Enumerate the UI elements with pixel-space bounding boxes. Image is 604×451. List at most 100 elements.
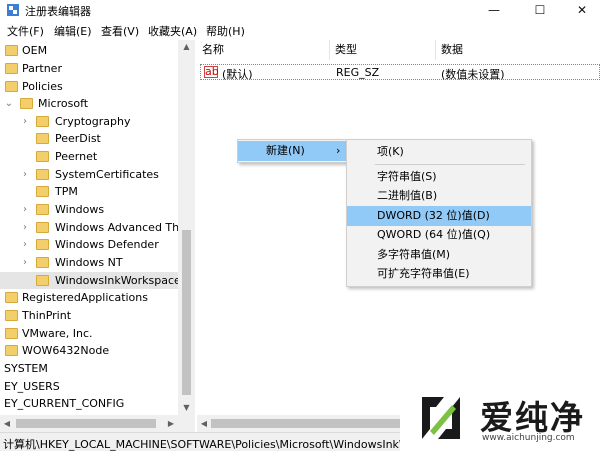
- menu-item-new[interactable]: 新建(N) ›: [238, 141, 348, 161]
- chevron-right-icon[interactable]: ›: [20, 254, 30, 271]
- tree-item-label: Windows Defender: [55, 238, 159, 251]
- scroll-left-icon[interactable]: ◀: [0, 415, 14, 432]
- menu-item-qword-value[interactable]: QWORD (64 位)值(Q): [347, 225, 531, 245]
- menu-item-dword-value[interactable]: DWORD (32 位)值(D): [347, 206, 531, 226]
- scroll-left-icon[interactable]: ◀: [197, 415, 211, 432]
- menu-item-label: QWORD (64 位)值(Q): [377, 228, 491, 241]
- tree-item-label: WOW6432Node: [22, 344, 110, 357]
- scroll-right-icon[interactable]: ▶: [164, 415, 178, 432]
- menu-item-multi-string-value[interactable]: 多字符串值(M): [347, 245, 531, 265]
- menu-help[interactable]: 帮助(H): [206, 23, 245, 39]
- tree-item-thinprint[interactable]: ThinPrint: [0, 307, 178, 324]
- maximize-button[interactable]: ☐: [518, 0, 562, 20]
- registry-tree[interactable]: OEM Partner Policies ⌄ Microsoft › Crypt…: [0, 40, 195, 432]
- tree-item-peerdist[interactable]: PeerDist: [0, 130, 178, 147]
- folder-icon: [5, 45, 18, 56]
- tree-vertical-scrollbar[interactable]: ▲ ▼: [178, 40, 195, 415]
- tree-item-wow6432node[interactable]: WOW6432Node: [0, 342, 178, 359]
- menu-favorites[interactable]: 收藏夹(A): [148, 23, 197, 39]
- watermark: 爱纯净 www.aichunjing.com: [400, 385, 604, 451]
- tree-item-label: RegisteredApplications: [22, 291, 148, 304]
- folder-icon: [36, 116, 49, 127]
- tree-item-label: TPM: [55, 185, 78, 198]
- scroll-thumb[interactable]: [16, 419, 156, 428]
- tree-item-label: Windows: [55, 203, 105, 216]
- registry-editor-icon: [7, 4, 19, 16]
- folder-icon: [36, 169, 49, 180]
- column-header-type[interactable]: 类型: [330, 40, 436, 60]
- tree-item-vmware[interactable]: VMware, Inc.: [0, 325, 178, 342]
- chevron-right-icon[interactable]: ›: [20, 219, 30, 236]
- tree-root-current-config[interactable]: EY_CURRENT_CONFIG: [0, 395, 178, 412]
- tree-item-label: SystemCertificates: [55, 168, 159, 181]
- chevron-down-icon[interactable]: ⌄: [4, 95, 14, 112]
- folder-icon: [5, 63, 18, 74]
- column-header-data[interactable]: 数据: [436, 40, 604, 60]
- folder-icon: [36, 186, 49, 197]
- tree-root-system[interactable]: SYSTEM: [0, 360, 178, 377]
- folder-icon: [5, 292, 18, 303]
- chevron-right-icon[interactable]: ›: [20, 201, 30, 218]
- tree-item-label: EY_CURRENT_CONFIG: [4, 397, 125, 410]
- menu-item-label: 新建(N): [266, 144, 305, 157]
- table-row[interactable]: ab (默认) REG_SZ (数值未设置): [200, 64, 600, 81]
- title-bar[interactable]: 注册表编辑器 — ☐ ✕: [0, 0, 604, 20]
- menu-item-key[interactable]: 项(K): [347, 142, 531, 162]
- tree-item-tpm[interactable]: TPM: [0, 183, 178, 200]
- menu-edit[interactable]: 编辑(E): [54, 23, 92, 39]
- column-header-name[interactable]: 名称: [197, 40, 330, 60]
- minimize-button[interactable]: —: [472, 0, 516, 20]
- tree-item-systemcertificates[interactable]: › SystemCertificates: [0, 166, 178, 183]
- scroll-up-icon[interactable]: ▲: [178, 40, 195, 54]
- folder-icon: [36, 257, 49, 268]
- chevron-right-icon[interactable]: ›: [20, 166, 30, 183]
- tree-item-label: SYSTEM: [4, 362, 48, 375]
- folder-icon: [36, 204, 49, 215]
- tree-item-oem[interactable]: OEM: [0, 42, 178, 59]
- tree-item-microsoft[interactable]: ⌄ Microsoft: [0, 95, 178, 112]
- tree-item-windows-nt[interactable]: › Windows NT: [0, 254, 178, 271]
- menu-item-label: 多字符串值(M): [377, 248, 451, 261]
- tree-horizontal-scrollbar[interactable]: ◀ ▶: [0, 415, 195, 432]
- tree-item-label: VMware, Inc.: [22, 327, 93, 340]
- watermark-brand: 爱纯净: [480, 398, 585, 437]
- chevron-right-icon: ›: [336, 144, 341, 157]
- tree-item-windows-advanced-thr[interactable]: › Windows Advanced Thr: [0, 219, 184, 236]
- folder-icon: [5, 310, 18, 321]
- tree-item-partner[interactable]: Partner: [0, 60, 178, 77]
- brand-logo-icon: [422, 397, 460, 439]
- tree-item-cryptography[interactable]: › Cryptography: [0, 113, 178, 130]
- menu-item-binary-value[interactable]: 二进制值(B): [347, 186, 531, 206]
- tree-root-users[interactable]: EY_USERS: [0, 378, 178, 395]
- tree-item-label: Cryptography: [55, 115, 131, 128]
- scroll-thumb[interactable]: [182, 230, 191, 395]
- tree-item-policies[interactable]: Policies: [0, 78, 178, 95]
- tree-item-windows[interactable]: › Windows: [0, 201, 178, 218]
- folder-icon: [36, 151, 49, 162]
- menu-item-string-value[interactable]: 字符串值(S): [347, 167, 531, 187]
- tree-item-peernet[interactable]: Peernet: [0, 148, 178, 165]
- tree-item-label: Partner: [22, 62, 62, 75]
- folder-icon: [36, 239, 49, 250]
- scroll-down-icon[interactable]: ▼: [178, 401, 195, 415]
- chevron-right-icon[interactable]: ›: [20, 113, 30, 130]
- value-data: (数值未设置): [441, 68, 505, 81]
- tree-item-label: OEM: [22, 44, 48, 57]
- menu-item-label: 字符串值(S): [377, 170, 437, 183]
- folder-icon: [20, 98, 33, 109]
- menu-item-expandable-string-value[interactable]: 可扩充字符串值(E): [347, 264, 531, 284]
- tree-item-registeredapplications[interactable]: RegisteredApplications: [0, 289, 178, 306]
- window-title: 注册表编辑器: [25, 5, 91, 18]
- tree-item-windows-defender[interactable]: › Windows Defender: [0, 236, 178, 253]
- menu-file[interactable]: 文件(F): [7, 23, 44, 39]
- tree-item-windowsinkworkspace[interactable]: WindowsInkWorkspace: [0, 272, 181, 289]
- status-path: 计算机\HKEY_LOCAL_MACHINE\SOFTWARE\Policies…: [3, 438, 416, 451]
- watermark-url: www.aichunjing.com: [482, 433, 575, 443]
- folder-icon: [36, 222, 49, 233]
- chevron-right-icon[interactable]: ›: [20, 236, 30, 253]
- tree-item-label: ThinPrint: [22, 309, 72, 322]
- tree-item-label: PeerDist: [55, 132, 101, 145]
- menu-view[interactable]: 查看(V): [101, 23, 139, 39]
- folder-icon: [5, 328, 18, 339]
- close-button[interactable]: ✕: [560, 0, 604, 20]
